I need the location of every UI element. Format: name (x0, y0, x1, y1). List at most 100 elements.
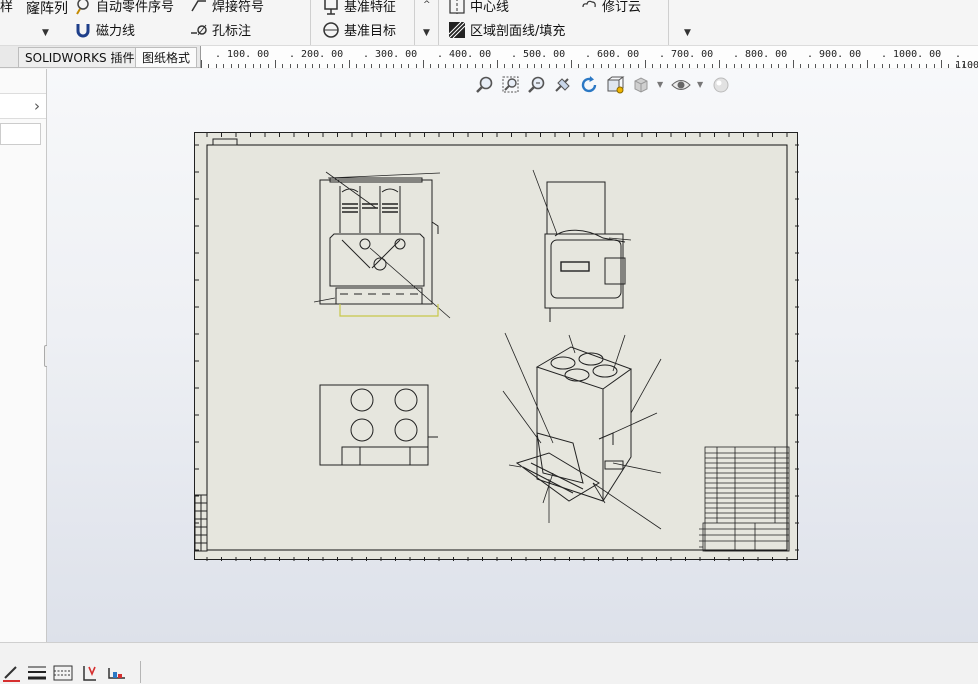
line-color-icon[interactable] (2, 664, 22, 682)
ribbon-item-datum-target[interactable]: 基准目标 (322, 20, 396, 39)
chevron-right-icon[interactable]: › (34, 97, 40, 115)
ruler-tick (548, 64, 550, 68)
ruler-tick (904, 64, 905, 68)
ruler-tick (289, 64, 291, 68)
ruler-tick (770, 64, 772, 68)
chevron-down-icon[interactable]: ▼ (684, 28, 691, 38)
appearance-icon[interactable] (711, 75, 731, 95)
ruler-tick (467, 64, 469, 68)
ribbon-item-area-hatch[interactable]: 区域剖面线/填充 (448, 20, 565, 39)
right-view (532, 169, 632, 322)
filter-input[interactable] (0, 123, 41, 145)
ribbon-item-auto-balloon[interactable]: 自动零件序号 (74, 0, 174, 15)
weld-symbol-icon (191, 0, 206, 11)
ruler-tick (719, 60, 720, 68)
magnet-line-label: 磁力线 (96, 24, 136, 39)
ruler-tick (497, 60, 498, 68)
ruler-tick (741, 64, 743, 68)
panel-expand-row[interactable]: › (0, 93, 46, 119)
sheet-inner-border (206, 144, 788, 551)
ruler-tick (519, 64, 521, 68)
datum-target-label: 基准目标 (344, 24, 397, 39)
ruler-tick (371, 64, 373, 68)
ribbon-item-magnet-line[interactable]: 磁力线 (74, 20, 135, 39)
hide-show-icon[interactable] (671, 75, 691, 95)
command-manager-tabs: SOLIDWORKS 插件 图纸格式 . 100. 00 . 200. 00 . 3… (0, 46, 978, 68)
ruler-tick (445, 64, 447, 68)
ribbon-item-centerline[interactable]: 中心线 (448, 0, 509, 15)
ruler-tick (889, 64, 891, 68)
auto-balloon-label: 自动零件序号 (96, 0, 175, 15)
ruler-tick (252, 64, 254, 68)
front-view (313, 171, 451, 319)
zoom-to-fit-icon[interactable] (475, 75, 495, 95)
ruler-tick (874, 64, 876, 68)
top-view (319, 384, 438, 466)
ribbon-item-revision-cloud[interactable]: 修订云 (580, 0, 641, 15)
command-ribbon: 样 窿阵列 ▼ 自动零件序号 磁力线 焊接符号 孔标注 基准特征 基准目标 ^ … (0, 0, 978, 46)
ruler-tick (341, 64, 343, 68)
ruler-tick (534, 64, 535, 68)
ruler-tick (593, 64, 595, 68)
ruler-label: . 600. 00 (585, 49, 640, 60)
view-orientation-icon[interactable] (605, 75, 625, 95)
ruler-label: . 1100. 00 (955, 49, 978, 68)
ruler-tick (852, 64, 854, 68)
hide-show-edges-icon[interactable] (80, 664, 100, 682)
tab-sheet-format[interactable]: 图纸格式 (135, 47, 198, 67)
ruler-tick (511, 64, 513, 68)
chevron-down-icon[interactable]: ▼ (42, 28, 49, 38)
ruler-tick (918, 64, 920, 68)
ruler-tick (208, 64, 210, 68)
display-style-icon[interactable] (631, 75, 651, 95)
ribbon-item-datum-feature[interactable]: 基准特征 (322, 0, 396, 15)
ruler-tick (756, 64, 757, 68)
ribbon-divider (668, 0, 669, 45)
ruler-tick (282, 64, 284, 68)
ribbon-item-pattern[interactable]: 样 (0, 0, 13, 15)
horizontal-ruler: . 100. 00 . 200. 00 . 300. 00 . 400. 00 . 50… (200, 46, 978, 68)
area-hatch-icon (448, 21, 466, 38)
ruler-tick (423, 60, 424, 68)
zoom-to-area-icon[interactable] (501, 75, 521, 95)
line-style-icon[interactable] (53, 664, 73, 682)
sheet-code-box (212, 138, 238, 146)
chevron-down-icon[interactable]: ▼ (657, 75, 665, 95)
ruler-tick (489, 64, 491, 68)
ribbon-item-weld-symbol[interactable]: 焊接符号 (190, 0, 264, 15)
ruler-tick (733, 64, 735, 68)
ruler-tick (223, 64, 225, 68)
ribbon-item-layout-array[interactable]: 窿阵列 (26, 0, 68, 18)
line-thickness-icon[interactable] (27, 664, 47, 682)
ruler-tick (378, 64, 380, 68)
feature-manager-panel: › (0, 69, 52, 642)
zoom-previous-icon[interactable] (527, 75, 547, 95)
ruler-tick (319, 64, 321, 68)
ruler-tick (955, 64, 957, 68)
ruler-tick (304, 64, 306, 68)
section-view-icon[interactable] (553, 75, 573, 95)
chevron-down-icon[interactable]: ▼ (423, 28, 430, 38)
ruler-tick (682, 64, 683, 68)
selected-view-highlight (339, 304, 439, 317)
ruler-tick (460, 64, 461, 68)
auto-balloon-icon (76, 0, 89, 15)
ruler-tick (763, 64, 765, 68)
tab-solidworks-addins[interactable]: SOLIDWORKS 插件 (18, 47, 142, 67)
graphics-area[interactable]: ▼ ▼ (47, 69, 978, 642)
area-hatch-label: 区域剖面线/填充 (470, 24, 566, 39)
rotate-icon[interactable] (579, 75, 599, 95)
ruler-tick (748, 64, 750, 68)
drawing-sheet[interactable] (194, 132, 799, 561)
ruler-tick (800, 64, 802, 68)
ruler-tick (948, 64, 950, 68)
color-display-mode-icon[interactable] (107, 664, 127, 682)
ruler-tick (245, 64, 247, 68)
ribbon-item-hole-callout[interactable]: 孔标注 (190, 20, 251, 39)
ruler-tick (474, 64, 476, 68)
ruler-tick (652, 64, 654, 68)
ruler-tick (349, 60, 350, 68)
chevron-up-icon[interactable]: ^ (423, 0, 431, 10)
ruler-tick (933, 64, 935, 68)
chevron-down-icon[interactable]: ▼ (697, 75, 705, 95)
